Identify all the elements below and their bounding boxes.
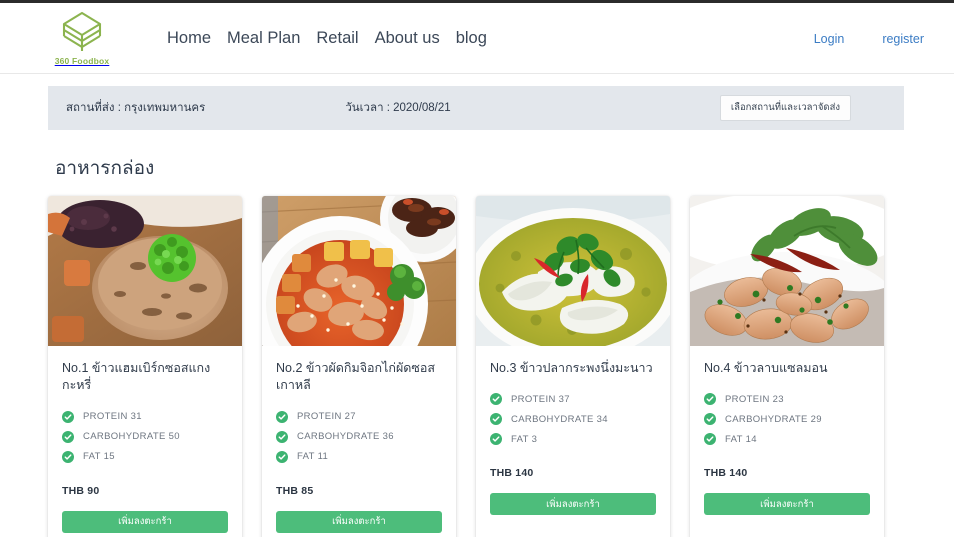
nav-item-meal-plan[interactable]: Meal Plan [226,28,301,49]
nutrition-label: PROTEIN 31 [83,411,142,422]
nutrition-list: PROTEIN 37 CARBOHYDRATE 34 FAT 3 [490,393,656,446]
delivery-info-bar: สถานที่ส่ง : กรุงเทพมหานคร วันเวลา : 202… [48,86,904,130]
register-link[interactable]: register [882,32,924,46]
nutrition-row: CARBOHYDRATE 36 [276,430,442,443]
product-image-hamburger-steak-curry[interactable] [48,196,242,346]
check-circle-icon [490,393,502,406]
product-price: THB 85 [276,484,314,497]
delivery-datetime-text: วันเวลา : 2020/08/21 [345,102,451,114]
nutrition-label: CARBOHYDRATE 50 [83,431,180,442]
brand-name-label: 360 Foodbox [54,56,110,66]
product-price: THB 140 [490,467,534,480]
nutrition-row: PROTEIN 23 [704,393,870,406]
check-circle-icon [490,413,502,426]
check-circle-icon [276,430,288,443]
check-circle-icon [704,433,716,446]
site-header: 360 Foodbox Home Meal Plan Retail About … [0,4,954,74]
delivery-place-text: สถานที่ส่ง : กรุงเทพมหานคร [66,102,206,114]
nutrition-list: PROTEIN 31 CARBOHYDRATE 50 FAT 15 [62,410,228,463]
login-link[interactable]: Login [814,32,845,46]
add-to-cart-button[interactable]: เพิ่มลงตะกร้า [276,510,442,533]
main-nav: Home Meal Plan Retail About us blog [166,28,488,49]
nav-item-retail[interactable]: Retail [315,28,359,49]
product-card-body: No.2 ข้าวผัดกิมจิอกไก่ผัดซอสเกาหลี PROTE… [262,346,456,537]
product-title: No.4 ข้าวลาบแซลมอน [704,361,828,375]
product-title: No.1 ข้าวแฮมเบิร์กซอสแกงกะหรี่ [62,361,211,393]
nutrition-row: FAT 14 [704,433,870,446]
nutrition-row: PROTEIN 37 [490,393,656,406]
nav-item-blog[interactable]: blog [455,28,488,49]
nutrition-row: CARBOHYDRATE 34 [490,413,656,426]
nutrition-label: CARBOHYDRATE 34 [511,413,608,425]
add-to-cart-button[interactable]: เพิ่มลงตะกร้า [704,493,870,516]
page-title: อาหารกล่อง [55,158,155,179]
page-root: 360 Foodbox Home Meal Plan Retail About … [0,0,954,537]
product-image-korean-sauce-chicken[interactable] [262,196,456,346]
nutrition-label: PROTEIN 23 [725,393,784,405]
product-card[interactable]: No.1 ข้าวแฮมเบิร์กซอสแกงกะหรี่ PROTEIN 3… [48,196,242,537]
check-circle-icon [276,410,288,423]
product-image-salmon-larb[interactable] [690,196,884,346]
product-card-body: No.3 ข้าวปลากระพงนึ่งมะนาว PROTEIN 37 CA… [476,346,670,531]
nutrition-list: PROTEIN 27 CARBOHYDRATE 36 FAT 11 [276,410,442,463]
auth-links: Login register [814,32,924,46]
product-card[interactable]: No.4 ข้าวลาบแซลมอน PROTEIN 23 CARBOHYDRA… [690,196,884,537]
product-price: THB 140 [704,467,748,480]
product-card-grid: No.1 ข้าวแฮมเบิร์กซอสแกงกะหรี่ PROTEIN 3… [48,196,908,537]
nutrition-label: PROTEIN 27 [297,411,356,422]
nutrition-row: CARBOHYDRATE 50 [62,430,228,443]
nutrition-row: CARBOHYDRATE 29 [704,413,870,426]
product-card-body: No.1 ข้าวแฮมเบิร์กซอสแกงกะหรี่ PROTEIN 3… [48,346,242,537]
product-title: No.3 ข้าวปลากระพงนึ่งมะนาว [490,361,653,375]
product-card[interactable]: No.3 ข้าวปลากระพงนึ่งมะนาว PROTEIN 37 CA… [476,196,670,537]
product-card-body: No.4 ข้าวลาบแซลมอน PROTEIN 23 CARBOHYDRA… [690,346,884,531]
top-dark-edge [0,0,954,3]
nav-item-about-us[interactable]: About us [374,28,441,49]
choose-location-time-button[interactable]: เลือกสถานที่และเวลาจัดส่ง [719,94,851,122]
product-title: No.2 ข้าวผัดกิมจิอกไก่ผัดซอสเกาหลี [276,361,436,393]
product-price: THB 90 [62,484,100,497]
nutrition-row: FAT 3 [490,433,656,446]
check-circle-icon [62,430,74,443]
nutrition-label: PROTEIN 37 [511,393,570,405]
product-card[interactable]: No.2 ข้าวผัดกิมจิอกไก่ผัดซอสเกาหลี PROTE… [262,196,456,537]
nutrition-label: FAT 15 [83,451,115,462]
brand-logo-link[interactable]: 360 Foodbox [22,11,142,66]
nav-item-home[interactable]: Home [166,28,212,49]
product-image-steamed-seabass-lime[interactable] [476,196,670,346]
check-circle-icon [704,413,716,426]
nutrition-label: CARBOHYDRATE 29 [725,413,822,425]
nutrition-label: CARBOHYDRATE 36 [297,431,394,442]
nutrition-label: FAT 11 [297,451,329,462]
check-circle-icon [276,450,288,463]
check-circle-icon [704,393,716,406]
nutrition-row: FAT 15 [62,450,228,463]
nutrition-list: PROTEIN 23 CARBOHYDRATE 29 FAT 14 [704,393,870,446]
add-to-cart-button[interactable]: เพิ่มลงตะกร้า [490,493,656,516]
nutrition-row: PROTEIN 27 [276,410,442,423]
check-circle-icon [62,450,74,463]
nutrition-label: FAT 14 [725,433,757,445]
stacked-box-leaf-logo-icon [59,11,105,53]
check-circle-icon [62,410,74,423]
add-to-cart-button[interactable]: เพิ่มลงตะกร้า [62,510,228,533]
check-circle-icon [490,433,502,446]
nutrition-row: FAT 11 [276,450,442,463]
nutrition-label: FAT 3 [511,433,538,445]
nutrition-row: PROTEIN 31 [62,410,228,423]
